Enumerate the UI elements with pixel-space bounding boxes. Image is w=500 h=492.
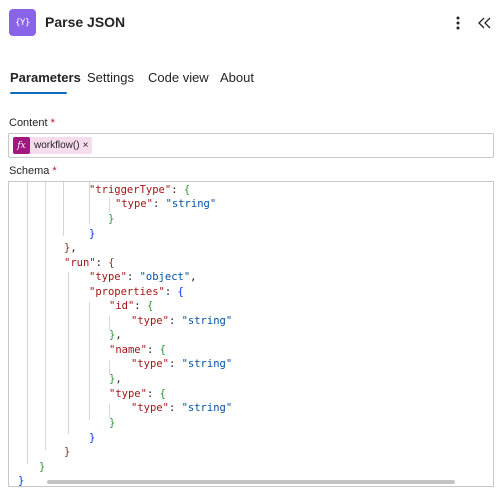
indent-guide (89, 302, 90, 420)
code-line: "type": "string" (131, 402, 233, 414)
content-label: Content * (9, 117, 55, 129)
code-line: "type": "string" (131, 358, 233, 370)
code-line: } (89, 228, 96, 240)
indent-guide (45, 182, 46, 450)
more-options-button[interactable] (450, 12, 466, 34)
code-line: "type": "string" (115, 198, 217, 210)
schema-label: Schema * (9, 165, 57, 177)
code-line: "type": "object", (89, 271, 197, 283)
expression-token[interactable]: fx workflow() × (13, 137, 93, 154)
tab-code-view[interactable]: Code view (148, 70, 209, 85)
content-required-mark: * (50, 117, 55, 129)
collapse-panel-button[interactable] (476, 12, 494, 34)
page-title: Parse JSON (45, 14, 126, 30)
content-input[interactable]: fx workflow() × (8, 133, 494, 158)
indent-guide (68, 272, 69, 434)
indent-guide (109, 198, 110, 212)
code-area[interactable]: "triggerType": { "type": "string" } } },… (9, 182, 493, 486)
schema-required-mark: * (52, 165, 57, 177)
code-line: "id": { (109, 300, 154, 312)
function-icon: fx (13, 137, 30, 154)
code-line: } (108, 213, 115, 225)
tab-list: Parameters Settings Code view About (0, 60, 500, 96)
more-vertical-icon (456, 16, 460, 30)
code-line: } (18, 475, 25, 487)
schema-editor[interactable]: "triggerType": { "type": "string" } } },… (8, 181, 494, 487)
app-icon-glyph: {Y} (15, 17, 30, 28)
parse-json-app-icon: {Y} (9, 9, 36, 36)
code-line: }, (64, 242, 77, 254)
indent-guide (27, 182, 28, 464)
content-label-text: Content (9, 117, 48, 129)
tab-about[interactable]: About (220, 70, 254, 85)
header: {Y} Parse JSON (0, 0, 500, 46)
tab-settings[interactable]: Settings (87, 70, 134, 85)
code-line: } (109, 417, 116, 429)
double-chevron-left-icon (478, 17, 491, 29)
schema-label-text: Schema (9, 165, 50, 177)
indent-guide (63, 182, 64, 236)
remove-token-button[interactable]: × (80, 140, 93, 151)
code-line: "type": "string" (131, 315, 233, 327)
code-line: }, (109, 329, 122, 341)
code-line: } (39, 461, 46, 473)
active-tab-indicator (10, 92, 67, 94)
code-line: }, (109, 373, 122, 385)
code-line: } (89, 432, 96, 444)
tab-parameters[interactable]: Parameters (10, 70, 81, 85)
token-text: workflow() (34, 140, 80, 151)
code-line: } (64, 446, 71, 458)
horizontal-scrollbar[interactable] (47, 480, 455, 484)
